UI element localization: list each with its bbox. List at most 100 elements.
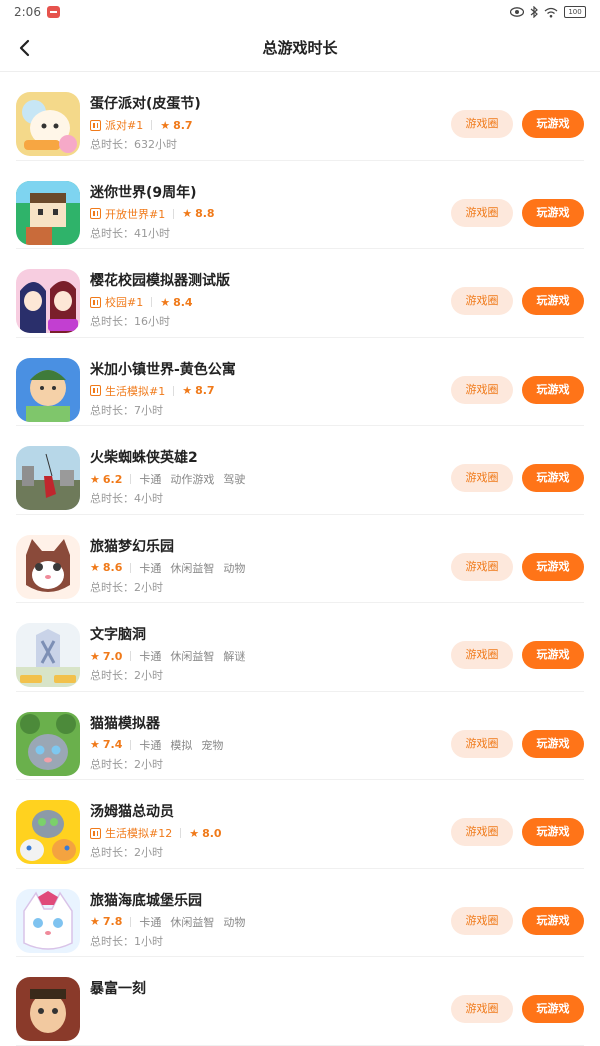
rating: ★ 8.7 (182, 384, 214, 397)
rank-tag[interactable]: 派对#1 (90, 117, 143, 133)
game-icon-travel-cat-undersea-castle[interactable] (16, 888, 80, 953)
game-name[interactable]: 迷你世界(9周年) (90, 183, 430, 203)
status-left: 2:06 (14, 5, 60, 19)
page-title: 总游戏时长 (262, 39, 338, 57)
game-icon-get-rich-moment[interactable] (16, 977, 80, 1041)
game-meta: 校园#1 ★ 8.4 (90, 293, 430, 311)
rating-value: 8.7 (195, 384, 215, 397)
play-game-button[interactable]: 玩游戏 (522, 110, 584, 138)
divider (180, 828, 182, 838)
game-circle-button[interactable]: 游戏圈 (451, 198, 513, 227)
game-meta: 生活模拟#1 ★ 8.7 (90, 382, 430, 400)
genre-tag: 卡通 (139, 650, 162, 663)
rating: ★ 6.2 (90, 473, 122, 486)
rank-tag[interactable]: 开放世界#1 (90, 206, 165, 222)
rank-icon (90, 119, 101, 131)
game-info: 米加小镇世界-黄色公寓 生活模拟#1 ★ 8.7 总时长：7小时 (90, 360, 430, 419)
game-circle-button[interactable]: 游戏圈 (451, 995, 513, 1023)
play-game-button[interactable]: 玩游戏 (522, 464, 584, 492)
game-circle-button[interactable]: 游戏圈 (451, 818, 513, 846)
game-row: 旅猫海底城堡乐园 ★ 7.8 卡通 休闲益智 动物 总时长：1小时 游戏圈 玩游戏 (0, 869, 600, 958)
game-name[interactable]: 暴富一刻 (90, 979, 430, 999)
game-meta: 开放世界#1 ★ 8.8 (90, 205, 430, 223)
game-name[interactable]: 火柴蜘蛛侠英雄2 (90, 448, 430, 468)
playtime: 总时长：2小时 (90, 669, 163, 682)
divider (151, 297, 153, 307)
game-circle-button[interactable]: 游戏圈 (451, 552, 513, 581)
game-row: 旅猫梦幻乐园 ★ 8.6 卡通 休闲益智 动物 总时长：2小时 游戏圈 玩游戏 (0, 515, 600, 604)
rank-tag[interactable]: 校园#1 (90, 294, 143, 310)
game-info: 文字脑洞 ★ 7.0 卡通 休闲益智 解谜 总时长：2小时 (90, 625, 430, 684)
game-icon-eggy-party[interactable] (16, 92, 80, 156)
divider (151, 120, 153, 130)
star-icon: ★ (182, 207, 193, 220)
divider (130, 474, 132, 484)
rating: ★ 8.6 (90, 561, 122, 574)
game-name[interactable]: 樱花校园模拟器测试版 (90, 271, 430, 291)
game-circle-button[interactable]: 游戏圈 (451, 464, 513, 492)
game-name[interactable]: 猫猫模拟器 (90, 714, 430, 734)
rating-value: 8.6 (102, 561, 123, 574)
game-circle-button[interactable]: 游戏圈 (451, 110, 513, 138)
game-circle-button[interactable]: 游戏圈 (451, 729, 513, 758)
play-game-button[interactable]: 玩游戏 (522, 818, 584, 846)
rank-tag[interactable]: 生活模拟#1 (90, 383, 165, 399)
game-circle-button[interactable]: 游戏圈 (451, 641, 513, 669)
rank-icon (90, 827, 101, 839)
star-icon: ★ (90, 738, 100, 751)
play-game-button[interactable]: 玩游戏 (522, 287, 584, 315)
divider (130, 651, 132, 661)
play-game-button[interactable]: 玩游戏 (522, 729, 584, 758)
game-name[interactable]: 文字脑洞 (90, 625, 430, 645)
eye-icon (510, 7, 524, 17)
game-meta: ★ 8.6 卡通 休闲益智 动物 (90, 559, 430, 577)
genre-tag: 宠物 (201, 738, 224, 752)
game-name[interactable]: 蛋仔派对(皮蛋节) (90, 94, 430, 114)
star-icon: ★ (189, 826, 200, 840)
rank-label: 生活模拟#1 (105, 384, 166, 398)
playtime: 总时长：41小时 (90, 226, 170, 240)
game-meta: 派对#1 ★ 8.7 (90, 116, 430, 134)
game-icon-word-brain-hole[interactable] (16, 623, 80, 687)
game-meta: ★ 7.8 卡通 休闲益智 动物 (90, 913, 430, 931)
game-circle-button[interactable]: 游戏圈 (451, 287, 513, 315)
divider (173, 385, 175, 396)
rating-value: 8.0 (202, 826, 222, 840)
game-circle-button[interactable]: 游戏圈 (451, 906, 513, 935)
genre-tag: 休闲益智 (170, 650, 215, 663)
rank-tag[interactable]: 生活模拟#12 (90, 825, 172, 841)
game-icon-travel-cat-dream-park[interactable] (16, 534, 80, 599)
game-name[interactable]: 汤姆猫总动员 (90, 802, 430, 822)
play-game-button[interactable]: 玩游戏 (522, 552, 584, 581)
status-right: 100 (510, 6, 586, 18)
play-game-button[interactable]: 玩游戏 (522, 995, 584, 1023)
play-game-button[interactable]: 玩游戏 (522, 906, 584, 935)
game-icon-stickman-spider-hero[interactable] (16, 446, 80, 510)
game-icon-cat-simulator[interactable] (16, 711, 80, 776)
star-icon: ★ (90, 561, 100, 574)
play-game-button[interactable]: 玩游戏 (522, 198, 584, 227)
battery-indicator: 100 (564, 6, 586, 18)
rank-label: 派对#1 (105, 119, 144, 132)
rating-value: 8.4 (173, 295, 193, 309)
game-icon-mini-world[interactable] (16, 180, 80, 245)
game-icon-toca-world[interactable] (16, 357, 80, 422)
game-name[interactable]: 旅猫海底城堡乐园 (90, 891, 430, 911)
game-circle-button[interactable]: 游戏圈 (451, 375, 513, 404)
game-icon-talking-tom-heroes[interactable] (16, 800, 80, 864)
playtime: 总时长：16小时 (90, 315, 170, 328)
game-row: 蛋仔派对(皮蛋节) 派对#1 ★ 8.7 总时长：632小时 游戏圈 玩游戏 (0, 72, 600, 161)
playtime: 总时长：2小时 (90, 757, 163, 771)
genre-tag: 休闲益智 (170, 561, 215, 575)
play-game-button[interactable]: 玩游戏 (522, 641, 584, 669)
star-icon: ★ (90, 472, 100, 486)
game-row: 汤姆猫总动员 生活模拟#12 ★ 8.0 总时长：2小时 游戏圈 玩游戏 (0, 780, 600, 869)
genre-tag: 动作游戏 (170, 473, 215, 486)
game-info: 蛋仔派对(皮蛋节) 派对#1 ★ 8.7 总时长：632小时 (90, 94, 430, 153)
divider (130, 562, 132, 573)
game-icon-sakura-school[interactable] (16, 269, 80, 333)
game-name[interactable]: 米加小镇世界-黄色公寓 (90, 360, 430, 380)
divider (130, 739, 132, 750)
play-game-button[interactable]: 玩游戏 (522, 375, 584, 404)
game-name[interactable]: 旅猫梦幻乐园 (90, 537, 430, 557)
